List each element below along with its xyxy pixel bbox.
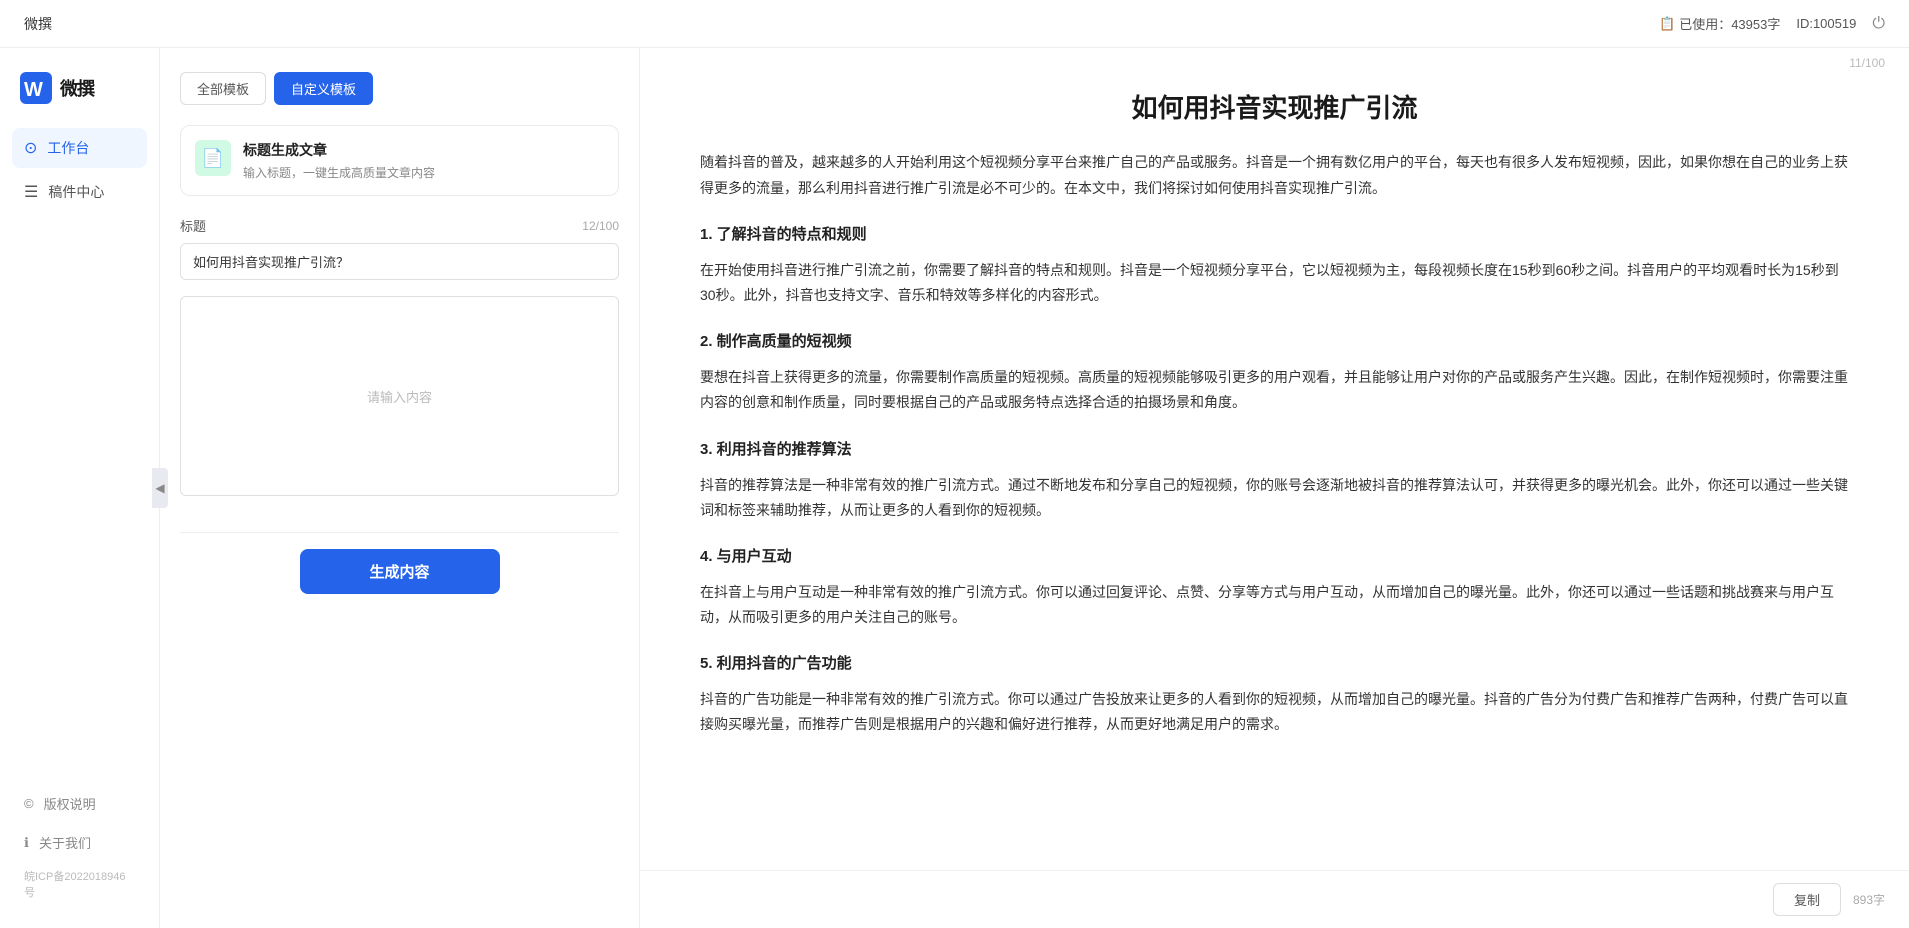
article-paragraph: 在开始使用抖音进行推广引流之前，你需要了解抖音的特点和规则。抖音是一个短视频分享… bbox=[700, 258, 1849, 308]
article-section-title: 1. 了解抖音的特点和规则 bbox=[700, 221, 1849, 248]
topbar: 微撰 📋 已使用：43953字 ID:100519 ⏻ bbox=[0, 0, 1909, 48]
drafts-label: 稿件中心 bbox=[48, 182, 104, 202]
generate-button[interactable]: 生成内容 bbox=[300, 549, 500, 594]
page-count: 11/100 bbox=[1849, 56, 1885, 70]
template-tabs: 全部模板 自定义模板 bbox=[180, 72, 619, 105]
template-info: 标题生成文章 输入标题，一键生成高质量文章内容 bbox=[243, 140, 435, 181]
copyright-icon: © bbox=[24, 796, 34, 811]
title-label-text: 标题 bbox=[180, 216, 206, 235]
logo-icon: W bbox=[20, 72, 52, 104]
topbar-title: 微撰 bbox=[24, 14, 52, 34]
title-input[interactable] bbox=[180, 243, 619, 280]
title-field-label: 标题 12/100 bbox=[180, 216, 619, 235]
sidebar-item-drafts[interactable]: ☰ 稿件中心 bbox=[12, 172, 147, 212]
article-title: 如何用抖音实现推广引流 bbox=[640, 70, 1909, 150]
template-name: 标题生成文章 bbox=[243, 140, 435, 160]
sidebar-item-copyright[interactable]: © 版权说明 bbox=[12, 786, 147, 821]
workbench-label: 工作台 bbox=[47, 138, 89, 158]
workbench-icon: ⊙ bbox=[24, 138, 37, 158]
article-paragraph: 抖音的广告功能是一种非常有效的推广引流方式。你可以通过广告投放来让更多的人看到你… bbox=[700, 687, 1849, 737]
article-paragraph: 在抖音上与用户互动是一种非常有效的推广引流方式。你可以通过回复评论、点赞、分享等… bbox=[700, 580, 1849, 630]
template-card-icon: 📄 bbox=[195, 140, 231, 176]
template-card[interactable]: 📄 标题生成文章 输入标题，一键生成高质量文章内容 bbox=[180, 125, 619, 196]
sidebar: W 微撰 ⊙ 工作台 ☰ 稿件中心 © 版权说明 ℹ 关于我们 皖 bbox=[0, 48, 160, 928]
template-desc: 输入标题，一键生成高质量文章内容 bbox=[243, 164, 435, 181]
article-section-title: 3. 利用抖音的推荐算法 bbox=[700, 436, 1849, 463]
copy-button[interactable]: 复制 bbox=[1773, 883, 1841, 916]
article-content: 随着抖音的普及，越来越多的人开始利用这个短视频分享平台来推广自己的产品或服务。抖… bbox=[640, 150, 1909, 870]
sidebar-item-workbench[interactable]: ⊙ 工作台 bbox=[12, 128, 147, 168]
sidebar-nav: ⊙ 工作台 ☰ 稿件中心 bbox=[0, 128, 159, 457]
document-icon: 📋 bbox=[1659, 16, 1675, 32]
logo-area: W 微撰 bbox=[0, 64, 159, 128]
word-count: 893字 bbox=[1853, 891, 1885, 908]
usage-info: 📋 已使用：43953字 bbox=[1659, 14, 1780, 33]
article-section-title: 4. 与用户互动 bbox=[700, 543, 1849, 570]
placeholder-text: 请输入内容 bbox=[367, 387, 432, 406]
article-header: 11/100 bbox=[640, 48, 1909, 70]
icp-text: 皖ICP备2022018946号 bbox=[12, 864, 147, 900]
content-area: 全部模板 自定义模板 📄 标题生成文章 输入标题，一键生成高质量文章内容 标题 … bbox=[160, 48, 1909, 928]
right-panel: 11/100 如何用抖音实现推广引流 随着抖音的普及，越来越多的人开始利用这个短… bbox=[640, 48, 1909, 928]
power-icon[interactable]: ⏻ bbox=[1872, 15, 1885, 33]
tab-all-templates[interactable]: 全部模板 bbox=[180, 72, 266, 105]
main-container: W 微撰 ⊙ 工作台 ☰ 稿件中心 © 版权说明 ℹ 关于我们 皖 bbox=[0, 48, 1909, 928]
article-paragraph: 随着抖音的普及，越来越多的人开始利用这个短视频分享平台来推广自己的产品或服务。抖… bbox=[700, 150, 1849, 200]
article-section-title: 5. 利用抖音的广告功能 bbox=[700, 650, 1849, 677]
article-paragraph: 要想在抖音上获得更多的流量，你需要制作高质量的短视频。高质量的短视频能够吸引更多… bbox=[700, 365, 1849, 415]
sidebar-bottom: © 版权说明 ℹ 关于我们 皖ICP备2022018946号 bbox=[0, 786, 159, 912]
article-footer: 复制 893字 bbox=[640, 870, 1909, 928]
content-placeholder-area[interactable]: 请输入内容 bbox=[180, 296, 619, 496]
logo-text: 微撰 bbox=[60, 75, 94, 101]
id-info: ID:100519 bbox=[1796, 16, 1856, 31]
about-label: 关于我们 bbox=[39, 833, 91, 852]
title-char-count: 12/100 bbox=[582, 219, 619, 233]
left-panel: 全部模板 自定义模板 📄 标题生成文章 输入标题，一键生成高质量文章内容 标题 … bbox=[160, 48, 640, 928]
sidebar-item-about[interactable]: ℹ 关于我们 bbox=[12, 825, 147, 860]
about-icon: ℹ bbox=[24, 835, 29, 851]
sidebar-collapse-button[interactable]: ◀ bbox=[152, 468, 168, 508]
tab-custom-templates[interactable]: 自定义模板 bbox=[274, 72, 373, 105]
article-section-title: 2. 制作高质量的短视频 bbox=[700, 328, 1849, 355]
drafts-icon: ☰ bbox=[24, 182, 38, 202]
topbar-right: 📋 已使用：43953字 ID:100519 ⏻ bbox=[1659, 14, 1885, 33]
svg-text:W: W bbox=[24, 79, 43, 101]
article-paragraph: 抖音的推荐算法是一种非常有效的推广引流方式。通过不断地发布和分享自己的短视频，你… bbox=[700, 473, 1849, 523]
divider bbox=[180, 532, 619, 533]
copyright-label: 版权说明 bbox=[44, 794, 96, 813]
